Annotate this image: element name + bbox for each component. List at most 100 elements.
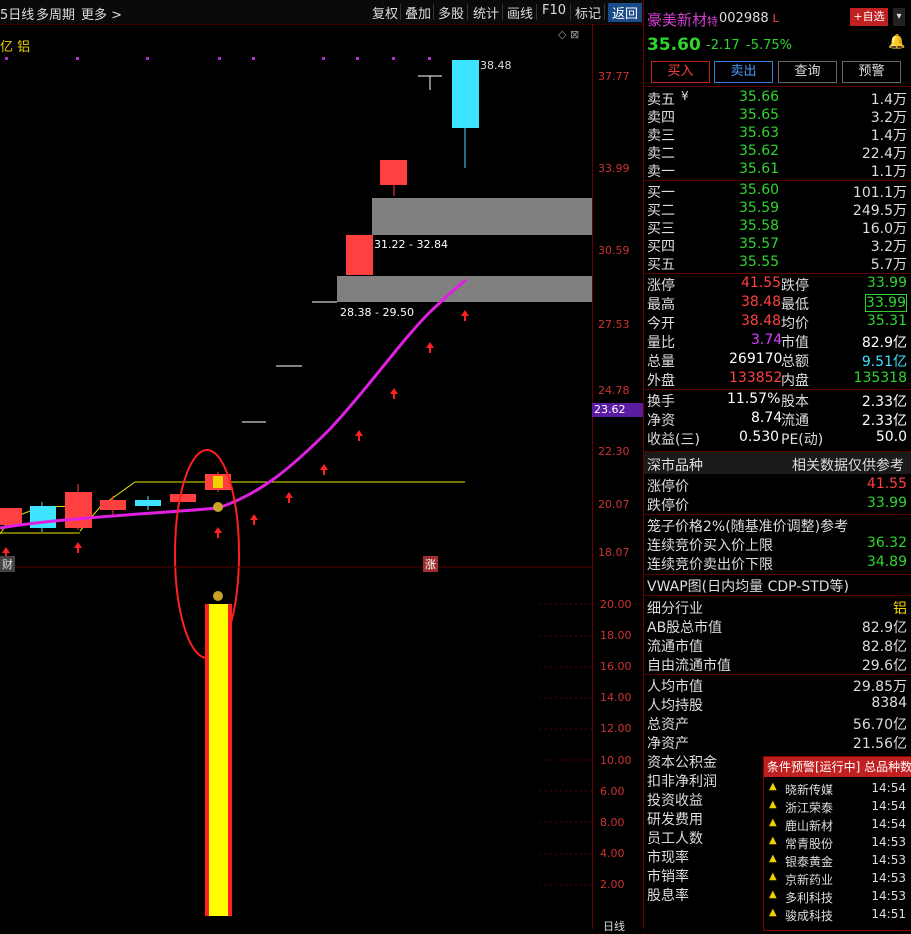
alert-button[interactable]: 预警 bbox=[842, 61, 901, 83]
volume-axis-label: 12.00 bbox=[600, 722, 632, 735]
ask-row[interactable]: 卖三 35.63 1.4万 bbox=[647, 125, 909, 144]
price-axis-label: 24.78 bbox=[598, 384, 630, 397]
money-bag-icon-volume bbox=[213, 591, 223, 601]
alert-row[interactable]: ▲ 晓新传媒 14:54 bbox=[767, 781, 909, 799]
high-price-label: 38.48 bbox=[480, 59, 512, 72]
bid-row[interactable]: 买五 35.55 5.7万 bbox=[647, 254, 909, 273]
price-change: -2.17 bbox=[706, 38, 740, 53]
up-arrow-icon: ▲ bbox=[769, 871, 777, 882]
up-arrow-icon: ▲ bbox=[769, 907, 777, 918]
kline-chart[interactable] bbox=[0, 24, 592, 929]
price-axis-label: 18.07 bbox=[598, 546, 630, 559]
zone-upper bbox=[372, 198, 592, 235]
volume-axis-label: 4.00 bbox=[600, 847, 625, 860]
fund-row: 总资产 56.70亿 bbox=[647, 717, 907, 733]
stat-row: 外盘 133852 内盘 135318 bbox=[647, 370, 907, 389]
stat-row: 净资 8.74 流通 2.33亿 bbox=[647, 410, 907, 429]
bid-row[interactable]: 买四 35.57 3.2万 bbox=[647, 236, 909, 255]
adjust-button[interactable]: 复权 bbox=[372, 3, 398, 22]
cage-sell-row: 连续竞价卖出价下限 34.89 bbox=[647, 554, 907, 573]
market-section-title: 深市品种 bbox=[647, 458, 703, 474]
up-arrow-icon: ▲ bbox=[769, 799, 777, 810]
multi-stock-button[interactable]: 多股 bbox=[438, 3, 464, 22]
market-section-note: 相关数据仅供参考 bbox=[792, 458, 904, 474]
alert-row[interactable]: ▲ 银泰黄金 14:53 bbox=[767, 853, 909, 871]
ask-row[interactable]: 卖一 35.61 1.1万 bbox=[647, 161, 909, 180]
zone-upper-label: 31.22 - 32.84 bbox=[374, 238, 448, 251]
buy-button[interactable]: 买入 bbox=[651, 61, 710, 83]
bid-row[interactable]: 买三 35.58 16.0万 bbox=[647, 218, 909, 237]
price-axis-label: 37.77 bbox=[598, 70, 630, 83]
alert-row[interactable]: ▲ 鹿山新材 14:54 bbox=[767, 817, 909, 835]
bid-row[interactable]: 买二 35.59 249.5万 bbox=[647, 200, 909, 219]
stock-name: 豪美新材特 bbox=[647, 11, 719, 29]
current-price-tag: 23.62 bbox=[592, 403, 644, 417]
limit-up-row: 涨停价 41.55 bbox=[647, 476, 907, 495]
bid-row[interactable]: 买一 35.60 101.1万 bbox=[647, 182, 909, 201]
period-indicator: 日线 bbox=[603, 920, 625, 933]
query-button[interactable]: 查询 bbox=[778, 61, 837, 83]
volume-axis-label: 14.00 bbox=[600, 691, 632, 704]
price-axis-label: 27.53 bbox=[598, 318, 630, 331]
add-watchlist-button[interactable]: +自选 bbox=[850, 8, 888, 26]
fund-row: 人均市值 29.85万 bbox=[647, 679, 907, 695]
bell-icon[interactable]: 🔔 bbox=[888, 34, 905, 50]
period-selector[interactable]: 5日线 bbox=[0, 4, 34, 23]
alert-row[interactable]: ▲ 京新药业 14:53 bbox=[767, 871, 909, 889]
stat-row: 今开 38.48 均价 35.31 bbox=[647, 313, 907, 332]
volume-axis-label: 8.00 bbox=[600, 816, 625, 829]
current-price: 35.60 bbox=[647, 35, 701, 55]
fund-row: 流通市值 82.8亿 bbox=[647, 639, 907, 655]
more-menu-button[interactable]: 更多 > bbox=[81, 4, 122, 23]
fund-row: 净资产 21.56亿 bbox=[647, 736, 907, 752]
stat-row: 总量 269170 总额 9.51亿 bbox=[647, 351, 907, 370]
fund-row: 细分行业铝 bbox=[647, 601, 907, 617]
mark-button[interactable]: 标记 bbox=[575, 3, 601, 22]
alert-row[interactable]: ▲ 浙江荣泰 14:54 bbox=[767, 799, 909, 817]
f10-button[interactable]: F10 bbox=[542, 3, 566, 18]
stat-row: 换手 11.57% 股本 2.33亿 bbox=[647, 391, 907, 410]
up-arrow-icon: ▲ bbox=[769, 853, 777, 864]
vwap-title[interactable]: VWAP图(日内均量 CDP-STD等) bbox=[647, 576, 909, 595]
sell-button[interactable]: 卖出 bbox=[714, 61, 773, 83]
price-axis-label: 30.59 bbox=[598, 244, 630, 257]
limit-up-tag: 涨 bbox=[423, 556, 438, 572]
price-axis-label: 22.30 bbox=[598, 445, 630, 458]
volume-axis-label: 16.00 bbox=[600, 660, 632, 673]
cage-title: 笼子价格2%(随基准价调整)参考 bbox=[647, 519, 849, 535]
ask-row[interactable]: 卖四 35.65 3.2万 bbox=[647, 107, 909, 126]
price-change-pct: -5.75% bbox=[746, 38, 792, 53]
draw-line-button[interactable]: 画线 bbox=[507, 3, 533, 22]
alert-row[interactable]: ▲ 骏成科技 14:51 bbox=[767, 907, 909, 925]
volume-axis-label: 2.00 bbox=[600, 878, 625, 891]
back-button[interactable]: 返回 bbox=[608, 3, 643, 22]
limit-down-row: 跌停价 33.99 bbox=[647, 495, 907, 514]
fund-row: AB股总市值 82.9亿 bbox=[647, 620, 907, 636]
stat-row: 量比 3.74 市值 82.9亿 bbox=[647, 332, 907, 351]
condition-alert-popup[interactable]: 条件预警[运行中] 总品种数 ▲ 晓新传媒 14:54 ▲ 浙江荣泰 14:54 ▲ 鹿山… bbox=[763, 756, 911, 931]
alert-row[interactable]: ▲ 多利科技 14:53 bbox=[767, 889, 909, 907]
stock-code: 002988 L bbox=[719, 11, 779, 26]
dropdown-arrow-icon[interactable]: ▾ bbox=[893, 8, 905, 26]
volume-axis-label: 6.00 bbox=[600, 785, 625, 798]
stat-row: 涨停 41.55 跌停 33.99 bbox=[647, 275, 907, 294]
volume-axis-label: 20.00 bbox=[600, 598, 632, 611]
price-axis-label: 33.99 bbox=[598, 162, 630, 175]
alert-row[interactable]: ▲ 常青股份 14:53 bbox=[767, 835, 909, 853]
zone-lower-label: 28.38 - 29.50 bbox=[340, 306, 414, 319]
overlay-button[interactable]: 叠加 bbox=[405, 3, 431, 22]
up-arrow-icon: ▲ bbox=[769, 781, 777, 792]
ask-row[interactable]: 卖五 ¥35.66 1.4万 bbox=[647, 89, 909, 108]
stat-row: 最高 38.48 最低 33.99 bbox=[647, 294, 907, 313]
up-arrow-icon: ▲ bbox=[769, 835, 777, 846]
stat-row: 收益(三) 0.530 PE(动) 50.0 bbox=[647, 429, 907, 448]
alert-title[interactable]: 条件预警[运行中] 总品种数 bbox=[764, 757, 911, 777]
ask-row[interactable]: 卖二 35.62 22.4万 bbox=[647, 143, 909, 162]
price-axis-label: 20.07 bbox=[598, 498, 630, 511]
statistics-button[interactable]: 统计 bbox=[473, 3, 499, 22]
volume-axis-label: 10.00 bbox=[600, 754, 632, 767]
up-arrow-icon: ▲ bbox=[769, 817, 777, 828]
chart-toolbar: 5日线 多周期 更多 > 复权 叠加 多股 统计 画线 F10 标记 返回 bbox=[0, 0, 643, 25]
fund-row: 自由流通市值 29.6亿 bbox=[647, 658, 907, 674]
multi-period-button[interactable]: 多周期 bbox=[36, 4, 75, 23]
